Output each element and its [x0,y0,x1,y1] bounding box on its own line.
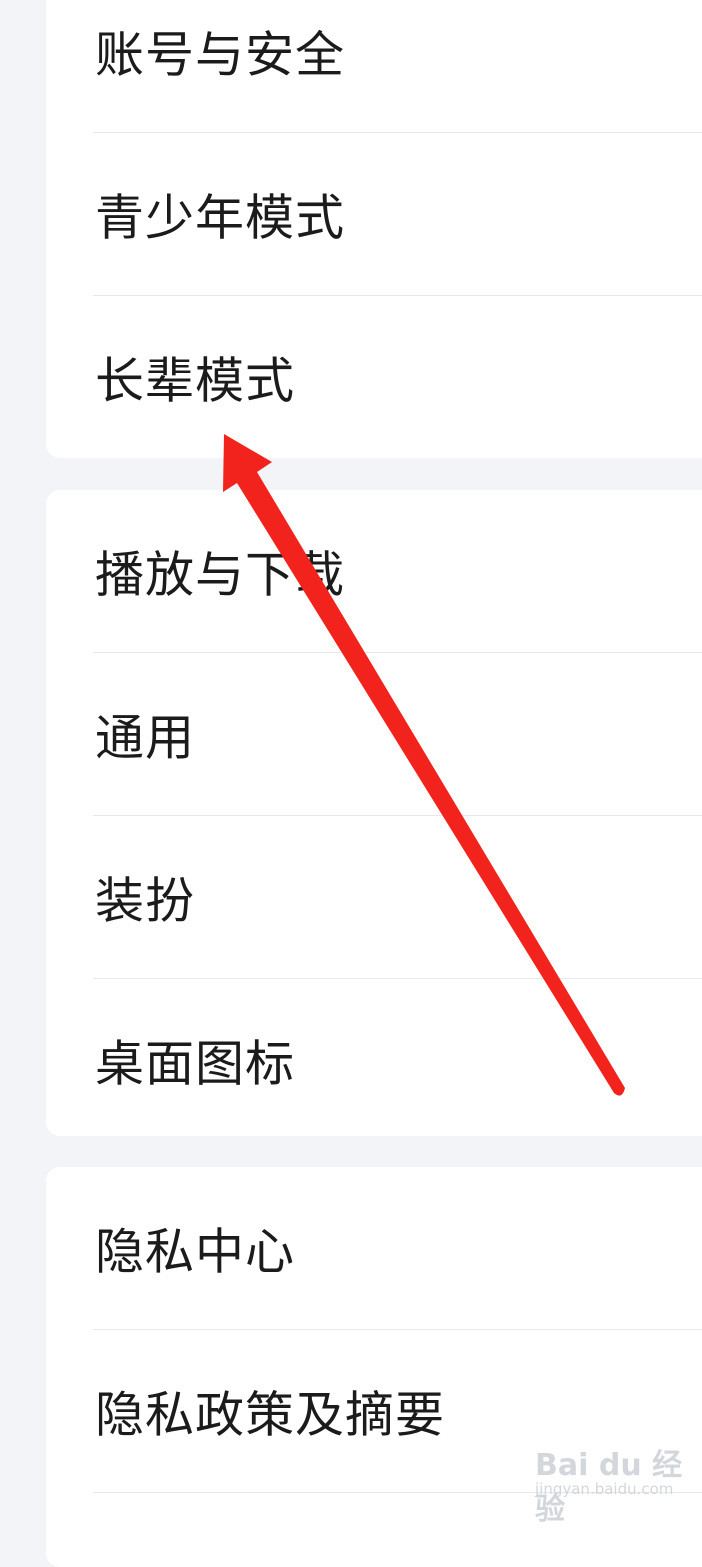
settings-item-appearance[interactable]: 装扮 [46,816,702,978]
watermark-url: jingyan.baidu.com [535,1480,674,1498]
settings-item-general[interactable]: 通用 [46,653,702,815]
settings-item-label: 通用 [95,709,196,767]
settings-item-label: 隐私中心 [95,1223,296,1281]
settings-item-playback-download[interactable]: 播放与下载 [46,490,702,652]
settings-item-label: 账号与安全 [95,26,346,84]
settings-item-teen-mode[interactable]: 青少年模式 [46,133,702,295]
settings-item-label: 装扮 [95,872,196,930]
settings-item-privacy-center[interactable]: 隐私中心 [46,1167,702,1329]
settings-item-label: 播放与下载 [95,546,346,604]
settings-item-elder-mode[interactable]: 长辈模式 [46,296,702,458]
settings-item-desktop-icon[interactable]: 桌面图标 [46,979,702,1136]
settings-item-label: 桌面图标 [95,1035,296,1093]
settings-group-general: 播放与下载 通用 装扮 桌面图标 [46,490,702,1136]
settings-item-label: 青少年模式 [95,189,346,247]
settings-item-account-security[interactable]: 账号与安全 [46,0,702,132]
baidu-watermark: Bai du 经验 jingyan.baidu.com [535,1440,702,1528]
settings-item-label: 长辈模式 [95,352,296,410]
settings-group-account: 账号与安全 青少年模式 长辈模式 [46,0,702,458]
settings-item-label: 隐私政策及摘要 [95,1386,446,1444]
